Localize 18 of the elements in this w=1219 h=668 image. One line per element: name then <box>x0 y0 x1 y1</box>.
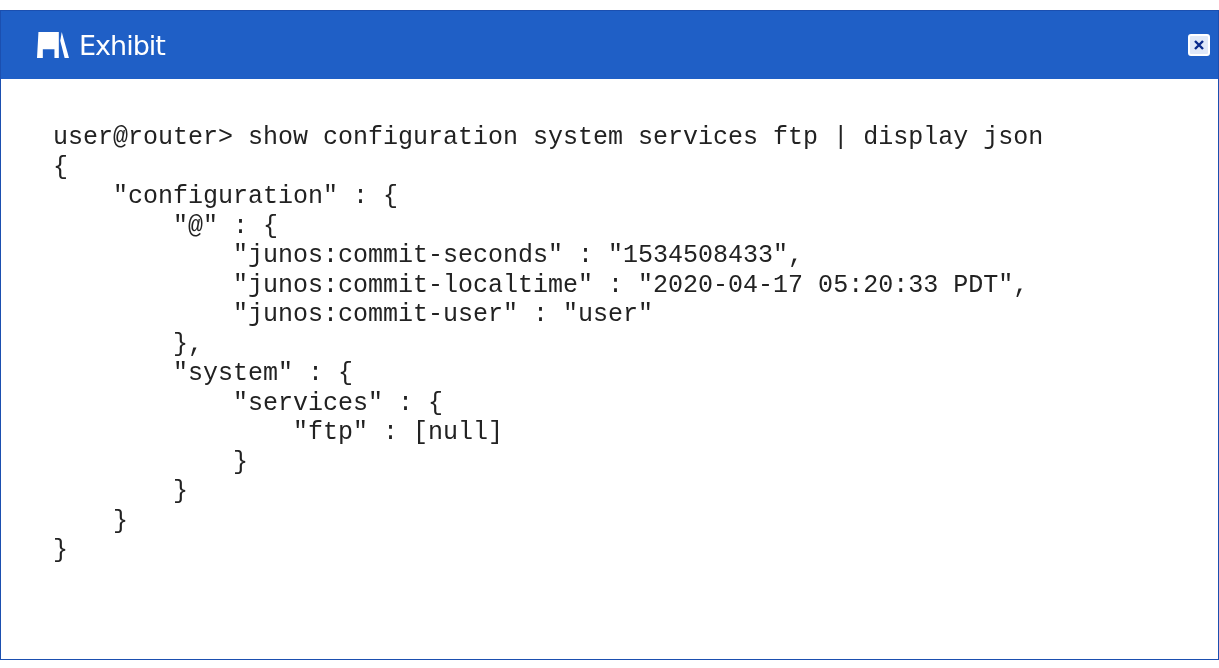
code-line: user@router> show configuration system services ftp | display json <box>53 123 1044 153</box>
code-line: } <box>232 447 249 477</box>
code-line: "junos:commit-localtime" : "2020-04-17 05:20:33 PDT", <box>232 270 1029 300</box>
code-line: { <box>53 152 68 182</box>
code-line: } <box>172 477 189 507</box>
code-line: } <box>53 536 68 566</box>
code-line: "configuration" : { <box>112 182 399 212</box>
window-title: Exhibit <box>79 29 167 61</box>
code-line: } <box>112 506 128 536</box>
code-line: "junos:commit-seconds" : "1534508433", <box>232 241 804 271</box>
code-line: "@" : { <box>172 211 279 241</box>
code-line: }, <box>172 329 204 359</box>
code-line: "system" : { <box>172 359 354 389</box>
close-icon <box>1193 39 1205 51</box>
code-line: "junos:commit-user" : "user" <box>232 300 654 330</box>
code-line: "services" : { <box>232 388 444 418</box>
close-button[interactable] <box>1188 34 1210 56</box>
code-line: "ftp" : [null] <box>292 418 504 448</box>
